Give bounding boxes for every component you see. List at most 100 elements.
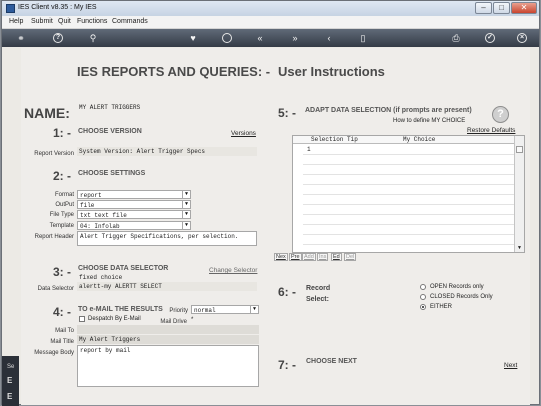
history-icon[interactable]	[222, 33, 232, 43]
heart-icon[interactable]: ♥	[188, 33, 198, 43]
chevron-down-icon: ▼	[182, 211, 190, 218]
insert-row-button[interactable]: Ins	[317, 253, 329, 261]
format-label: Format	[54, 192, 74, 198]
either-label: EITHER	[430, 304, 453, 310]
radio-open-records[interactable]	[420, 284, 426, 290]
content-panel: IES REPORTS AND QUERIES: - User Instruct…	[21, 48, 530, 405]
output-select[interactable]: file ▼	[77, 200, 191, 209]
report-version-field[interactable]: System Version: Alert Trigger Specs	[77, 147, 257, 156]
report-version-label: Report Version	[34, 151, 74, 157]
close-window-button[interactable]: ✕	[511, 2, 537, 14]
step1-number: 1: -	[53, 126, 71, 140]
data-selector-field[interactable]: alertt-my ALERTT SELECT	[77, 282, 257, 291]
title-bar: IES Client v8.35 : My IES – □ ✕	[2, 1, 539, 16]
record-label: Record	[306, 285, 331, 292]
despatch-email-checkbox[interactable]	[79, 316, 85, 322]
chevron-down-icon: ▼	[182, 201, 190, 208]
page-subtitle: User Instructions	[278, 64, 385, 79]
menu-bar: Help Submit Quit Functions Commands	[2, 16, 539, 29]
chevron-down-icon: ▼	[250, 306, 258, 313]
how-to-define-text: How to define MY CHOICE	[393, 118, 466, 124]
maximize-button[interactable]: □	[493, 2, 510, 14]
step3-number: 3: -	[53, 265, 71, 279]
radio-either[interactable]	[420, 304, 426, 310]
scroll-down-icon[interactable]: ▼	[517, 245, 522, 251]
name-label: NAME:	[24, 105, 70, 121]
step6-number: 6: -	[278, 285, 296, 299]
back-icon[interactable]: ‹	[324, 33, 334, 43]
message-body-label: Message Body	[34, 350, 74, 356]
chevron-down-icon: ▼	[182, 191, 190, 198]
column-my-choice: My Choice	[403, 136, 436, 143]
next-link[interactable]: Next	[504, 362, 517, 369]
mail-drive-value: *	[191, 317, 194, 323]
menu-quit[interactable]: Quit	[58, 18, 71, 25]
data-selector-label: Data Selector	[37, 286, 74, 292]
key-icon[interactable]: ⚭	[14, 33, 28, 43]
column-selection-tip: Selection Tip	[311, 136, 358, 143]
step2-title: CHOOSE SETTINGS	[78, 170, 146, 177]
step5-title: ADAPT DATA SELECTION (if prompts are pre…	[305, 107, 472, 114]
priority-select[interactable]: normal ▼	[191, 305, 259, 314]
row-number: 1	[307, 146, 311, 153]
versions-link[interactable]: Versions	[231, 130, 256, 137]
add-row-button[interactable]: Add	[302, 253, 316, 261]
change-selector-link[interactable]: Change Selector	[209, 267, 257, 274]
report-header-label: Report Header	[34, 234, 74, 240]
menu-functions[interactable]: Functions	[77, 18, 107, 25]
step2-number: 2: -	[53, 169, 71, 183]
next-row-button[interactable]: Nex	[274, 253, 288, 261]
menu-help[interactable]: Help	[9, 18, 23, 25]
edit-row-button[interactable]: Ed	[331, 253, 342, 261]
rewind-icon[interactable]: «	[255, 33, 265, 43]
stop-icon[interactable]: ▯	[358, 33, 368, 43]
minimize-button[interactable]: –	[475, 2, 492, 14]
step4-number: 4: -	[53, 305, 71, 319]
message-body-field[interactable]: report by mail	[77, 345, 259, 387]
mail-to-label: Mail To	[55, 328, 74, 334]
open-records-label: OPEN Records only	[430, 284, 484, 290]
report-header-field[interactable]: Alert Trigger Specifications, per select…	[77, 231, 257, 246]
step7-number: 7: -	[278, 358, 296, 372]
template-label: Template	[49, 223, 74, 229]
print-icon[interactable]: ⎙	[451, 33, 461, 43]
chevron-down-icon: ▼	[182, 222, 190, 229]
close-icon[interactable]: ×	[517, 33, 527, 43]
window-title: IES Client v8.35 : My IES	[18, 4, 97, 11]
selection-grid[interactable]: Selection Tip My Choice 1 ▼	[292, 135, 525, 253]
mail-title-label: Mail Title	[50, 339, 74, 345]
ok-icon[interactable]: ✓	[485, 33, 495, 43]
menu-commands[interactable]: Commands	[112, 18, 148, 25]
priority-label: Priority	[169, 308, 188, 314]
delete-row-button[interactable]: Del	[344, 253, 357, 261]
menu-submit[interactable]: Submit	[31, 18, 53, 25]
step1-title: CHOOSE VERSION	[78, 128, 142, 135]
closed-records-label: CLOSED Records Only	[430, 294, 493, 300]
app-window: IES Client v8.35 : My IES – □ ✕ Help Sub…	[1, 0, 540, 406]
search-icon[interactable]: ⚲	[88, 33, 98, 43]
help-icon[interactable]: ?	[492, 106, 509, 123]
scroll-thumb[interactable]	[516, 146, 523, 153]
format-select[interactable]: report ▼	[77, 190, 191, 199]
file-type-select[interactable]: txt text file ▼	[77, 210, 191, 219]
report-name-field[interactable]: MY ALERT TRIGGERS	[77, 103, 257, 112]
mail-to-field[interactable]	[77, 325, 259, 334]
page-title: IES REPORTS AND QUERIES: -	[77, 64, 271, 79]
step7-title: CHOOSE NEXT	[306, 358, 357, 365]
template-select[interactable]: 04: Infolab ▼	[77, 221, 191, 230]
selector-choice-text: fixed choice	[79, 274, 123, 281]
mail-title-field[interactable]: My Alert Triggers	[77, 335, 259, 344]
restore-defaults-link[interactable]: Restore Defaults	[467, 127, 515, 134]
radio-closed-records[interactable]	[420, 294, 426, 300]
step3-title: CHOOSE DATA SELECTOR	[78, 265, 169, 272]
despatch-email-label: Despatch By E-Mail	[88, 316, 141, 322]
toolbar: ⚭ ? ⚲ ♥ « » ‹ ▯ ⎙ ✓ ×	[2, 29, 539, 47]
grid-scrollbar[interactable]: ▼	[514, 136, 524, 252]
fast-forward-icon[interactable]: »	[290, 33, 300, 43]
previous-row-button[interactable]: Pre	[289, 253, 302, 261]
select-label: Select:	[306, 296, 329, 303]
help-icon[interactable]: ?	[53, 33, 63, 43]
output-label: OutPut	[55, 202, 74, 208]
grid-header: Selection Tip My Choice	[293, 136, 515, 144]
step5-number: 5: -	[278, 106, 296, 120]
